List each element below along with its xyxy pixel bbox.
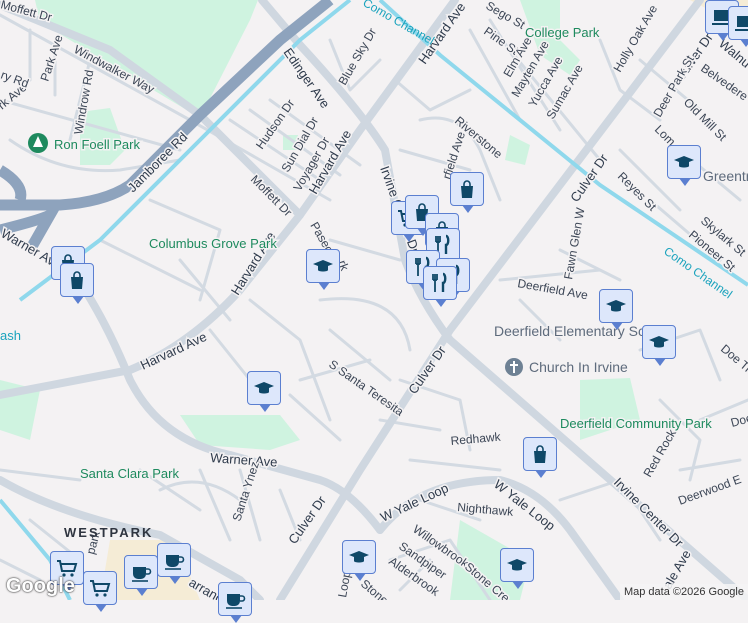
church-icon — [505, 358, 523, 376]
school-icon — [349, 551, 369, 563]
google-logo: Google — [6, 575, 75, 597]
shopping-marker[interactable] — [450, 172, 484, 213]
cafe-marker[interactable] — [124, 555, 158, 596]
map-label: Red Rock — [640, 426, 679, 479]
cafe-icon — [132, 567, 152, 582]
school-icon — [313, 260, 333, 272]
columbus-grove-park: Columbus Grove Park — [149, 236, 277, 251]
school-icon — [606, 300, 626, 312]
cafe-icon — [226, 594, 246, 609]
map-label: ash — [0, 328, 21, 343]
shopping-marker[interactable] — [523, 437, 557, 478]
cafe-icon — [165, 555, 185, 570]
cafe-marker[interactable] — [218, 582, 252, 623]
school-icon — [649, 336, 669, 348]
school-icon — [254, 382, 274, 394]
school-icon — [674, 156, 694, 168]
map-label: S Santa Teresita — [326, 357, 406, 419]
minor-streets — [0, 13, 748, 600]
map-canvas[interactable]: Jamboree Rd Edinger Ave Harvard Ave Harv… — [0, 0, 748, 600]
map-label: Blue Sky Dr — [335, 26, 379, 88]
map-label: Doe Tra — [718, 342, 748, 380]
map-label: Doe — [729, 411, 748, 430]
school-marker[interactable] — [342, 540, 376, 581]
school-marker[interactable] — [500, 548, 534, 589]
map-label: Old Mill St — [681, 95, 730, 144]
school-marker[interactable] — [599, 289, 633, 330]
map-label: Deerwood E — [676, 472, 743, 508]
map-label: Irvine Center Dr — [611, 475, 687, 551]
restaurant-icon — [432, 272, 447, 292]
shopping-icon — [534, 445, 546, 463]
school-marker[interactable] — [247, 371, 281, 412]
map-label: Deerfield Community Park — [560, 416, 712, 431]
map-label: Redhawk — [450, 430, 502, 448]
district-label: WESTPARK — [64, 525, 153, 540]
school-marker[interactable] — [667, 145, 701, 186]
school-marker[interactable] — [306, 249, 340, 290]
map-label: Park Ave — [38, 33, 66, 83]
map-label: Deerfield Ave — [516, 276, 589, 302]
map-label: Moffett Dr — [248, 172, 295, 219]
map-label: Santa Clara Park — [80, 466, 179, 481]
grocery-icon — [90, 580, 111, 597]
map-label: Fawn Glen W — [561, 206, 588, 281]
map-label: Greentree Elementary — [703, 168, 748, 184]
park-icon — [28, 133, 48, 153]
map-label: Warner Ave — [210, 450, 278, 470]
map-label: Harvard Ave — [138, 329, 209, 373]
school-marker[interactable] — [642, 325, 676, 366]
electronics-icon — [735, 16, 748, 31]
map-label: College Park — [525, 25, 600, 40]
map-attribution[interactable]: Map data ©2026 Google — [619, 584, 748, 600]
shopping-icon — [71, 271, 83, 289]
electronics-marker[interactable] — [728, 6, 748, 47]
map-label: Belvedere St — [698, 61, 748, 112]
map-label: W Yale Loop — [378, 480, 451, 525]
map-label: Culver Dr — [567, 151, 611, 205]
school-icon — [507, 559, 527, 571]
cafe-marker[interactable] — [157, 543, 191, 584]
map-label: Ron Foell Park — [54, 137, 140, 152]
shopping-icon — [461, 180, 473, 198]
map-label: Church In Irvine — [529, 359, 628, 375]
map-label: Santa Ynez — [230, 460, 262, 523]
map-label: Reyes St — [615, 169, 660, 214]
shopping-marker[interactable] — [60, 263, 94, 304]
restaurant-marker[interactable] — [423, 266, 457, 307]
